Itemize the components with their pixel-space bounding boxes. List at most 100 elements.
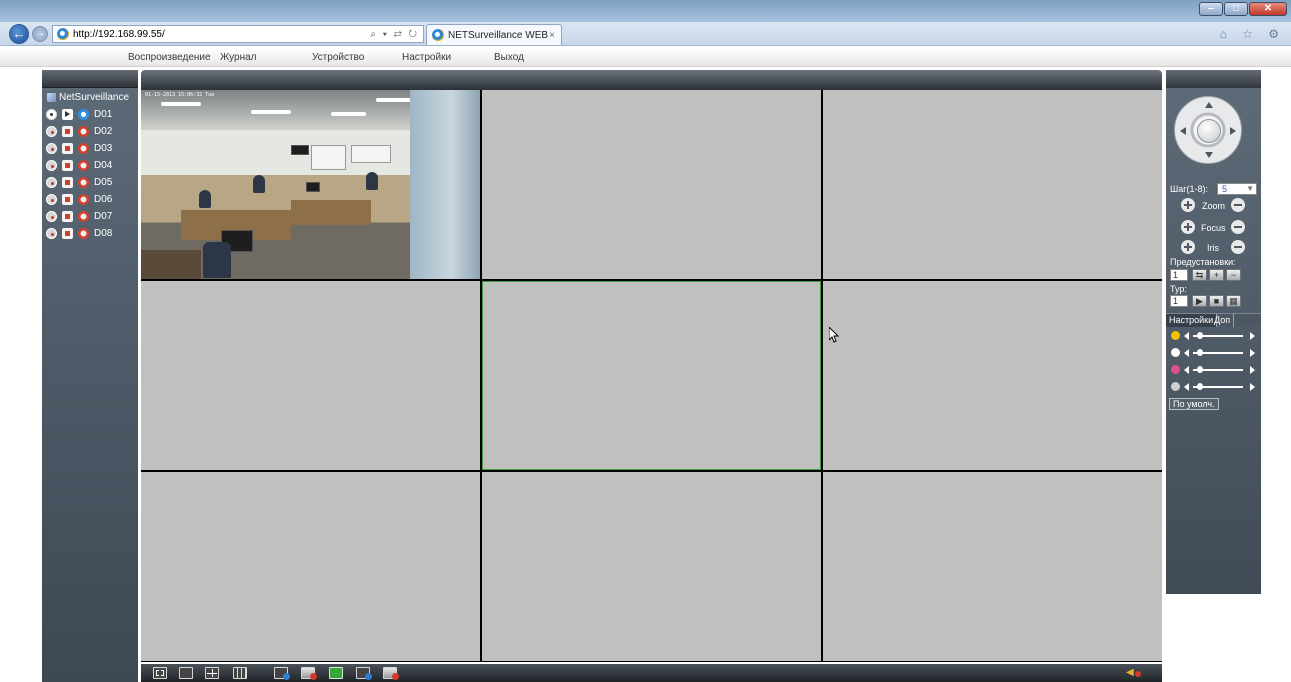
disconnect-icon[interactable] bbox=[46, 210, 57, 222]
browser-tab[interactable]: NETSurveillance WEB × bbox=[426, 24, 562, 45]
layout-1-button[interactable] bbox=[179, 667, 193, 679]
record-icon[interactable] bbox=[62, 227, 73, 239]
record-icon[interactable] bbox=[62, 125, 73, 137]
disconnect-icon[interactable] bbox=[46, 125, 57, 137]
disconnect-icon[interactable] bbox=[46, 193, 57, 205]
ptz-down-icon[interactable] bbox=[1205, 152, 1213, 158]
talk-icon[interactable] bbox=[78, 125, 89, 137]
url-field[interactable]: http://192.168.99.55/ ⌕ ▾ ⇄ ↻ bbox=[52, 25, 424, 43]
record-icon[interactable] bbox=[62, 193, 73, 205]
tab-close-icon[interactable]: × bbox=[549, 30, 555, 41]
url-tools-icons[interactable]: ⌕ ▾ ⇄ ↻ bbox=[370, 29, 419, 40]
tour-play-button[interactable]: ▶ bbox=[1192, 295, 1207, 307]
device-tree-root[interactable]: NetSurveillance bbox=[47, 92, 129, 103]
default-settings-button[interactable]: По умолч. bbox=[1169, 398, 1219, 410]
preset-goto-button[interactable]: ⇆ bbox=[1192, 269, 1207, 281]
ptz-center-button[interactable] bbox=[1197, 119, 1221, 143]
slider-decrease-icon[interactable] bbox=[1184, 383, 1189, 391]
ptz-direction-wheel[interactable] bbox=[1174, 96, 1242, 164]
open-all-button[interactable] bbox=[274, 667, 290, 680]
tour-stop-button[interactable]: ■ bbox=[1209, 295, 1224, 307]
stop-icon[interactable] bbox=[46, 108, 57, 120]
menu-settings[interactable]: Настройки bbox=[402, 52, 451, 63]
channel-d07[interactable]: D07 bbox=[46, 209, 112, 223]
slider-decrease-icon[interactable] bbox=[1184, 349, 1189, 357]
video-cell-2[interactable] bbox=[482, 90, 821, 279]
slider-knob[interactable] bbox=[1197, 332, 1204, 339]
disconnect-icon[interactable] bbox=[46, 159, 57, 171]
preset-remove-button[interactable]: − bbox=[1226, 269, 1241, 281]
record-icon[interactable] bbox=[62, 159, 73, 171]
minimize-button[interactable]: ‒ bbox=[1199, 2, 1223, 16]
record-icon[interactable] bbox=[62, 176, 73, 188]
snapshot-button[interactable] bbox=[329, 667, 343, 679]
video-cell-9[interactable] bbox=[823, 472, 1162, 661]
close-all-button[interactable] bbox=[301, 667, 317, 680]
slider-knob[interactable] bbox=[1197, 366, 1204, 373]
slider-knob[interactable] bbox=[1197, 383, 1204, 390]
focus-near-button[interactable] bbox=[1181, 220, 1195, 234]
play-icon[interactable] bbox=[62, 108, 73, 120]
tab-settings[interactable]: Настройки bbox=[1166, 314, 1218, 327]
talk-icon[interactable] bbox=[78, 176, 89, 188]
ptz-up-icon[interactable] bbox=[1205, 102, 1213, 108]
channel-d02[interactable]: D02 bbox=[46, 124, 112, 138]
disconnect-icon[interactable] bbox=[46, 227, 57, 239]
menu-log[interactable]: Журнал bbox=[220, 52, 257, 63]
forward-button[interactable]: → bbox=[32, 26, 48, 42]
ptz-right-icon[interactable] bbox=[1230, 127, 1236, 135]
layout-9-button[interactable] bbox=[233, 667, 247, 679]
menu-device[interactable]: Устройство bbox=[312, 52, 364, 63]
video-cell-8[interactable] bbox=[482, 472, 821, 661]
talk-icon[interactable] bbox=[78, 210, 89, 222]
video-cell-5[interactable] bbox=[482, 281, 821, 470]
slider-knob[interactable] bbox=[1197, 349, 1204, 356]
menu-playback[interactable]: Воспроизведение bbox=[128, 52, 211, 63]
fullscreen-button[interactable] bbox=[153, 667, 167, 679]
focus-far-button[interactable] bbox=[1231, 220, 1245, 234]
slider-decrease-icon[interactable] bbox=[1184, 366, 1189, 374]
slider-increase-icon[interactable] bbox=[1250, 332, 1255, 340]
slider-decrease-icon[interactable] bbox=[1184, 332, 1189, 340]
step-select[interactable]: 5 ▼ bbox=[1217, 183, 1257, 195]
video-cell-6[interactable] bbox=[823, 281, 1162, 470]
preset-add-button[interactable]: + bbox=[1209, 269, 1224, 281]
video-cell-7[interactable] bbox=[141, 472, 480, 661]
video-cell-4[interactable] bbox=[141, 281, 480, 470]
channel-d04[interactable]: D04 bbox=[46, 158, 112, 172]
record-icon[interactable] bbox=[62, 210, 73, 222]
zoom-out-button[interactable] bbox=[1231, 198, 1245, 212]
stop-record-button[interactable] bbox=[383, 667, 399, 680]
talk-icon[interactable] bbox=[78, 227, 89, 239]
slider-increase-icon[interactable] bbox=[1250, 383, 1255, 391]
disconnect-icon[interactable] bbox=[46, 176, 57, 188]
close-window-button[interactable]: ✕ bbox=[1249, 2, 1287, 16]
record-button[interactable] bbox=[356, 667, 372, 680]
channel-d08[interactable]: D08 bbox=[46, 226, 112, 240]
talk-icon[interactable] bbox=[78, 142, 89, 154]
tab-extra[interactable]: Доп bbox=[1211, 314, 1235, 327]
maximize-button[interactable]: □ bbox=[1224, 2, 1248, 16]
talk-icon[interactable] bbox=[78, 108, 89, 120]
iris-close-button[interactable] bbox=[1231, 240, 1245, 254]
record-icon[interactable] bbox=[62, 142, 73, 154]
channel-d03[interactable]: D03 bbox=[46, 141, 112, 155]
tour-grid-button[interactable]: ▦ bbox=[1226, 295, 1241, 307]
layout-4-button[interactable] bbox=[205, 667, 219, 679]
preset-input[interactable]: 1 bbox=[1170, 269, 1188, 281]
channel-d05[interactable]: D05 bbox=[46, 175, 112, 189]
home-favorites-settings-icons[interactable]: ⌂ ☆ ⚙ bbox=[1220, 27, 1285, 41]
zoom-in-button[interactable] bbox=[1181, 198, 1195, 212]
tour-input[interactable]: 1 bbox=[1170, 295, 1188, 307]
channel-d01[interactable]: D01 bbox=[46, 107, 112, 121]
iris-open-button[interactable] bbox=[1181, 240, 1195, 254]
menu-logout[interactable]: Выход bbox=[494, 52, 524, 63]
mute-icon[interactable] bbox=[1135, 671, 1141, 677]
channel-d06[interactable]: D06 bbox=[46, 192, 112, 206]
slider-increase-icon[interactable] bbox=[1250, 366, 1255, 374]
disconnect-icon[interactable] bbox=[46, 142, 57, 154]
back-button[interactable]: ← bbox=[9, 24, 29, 44]
ptz-left-icon[interactable] bbox=[1180, 127, 1186, 135]
video-cell-3[interactable] bbox=[823, 90, 1162, 279]
talk-icon[interactable] bbox=[78, 159, 89, 171]
